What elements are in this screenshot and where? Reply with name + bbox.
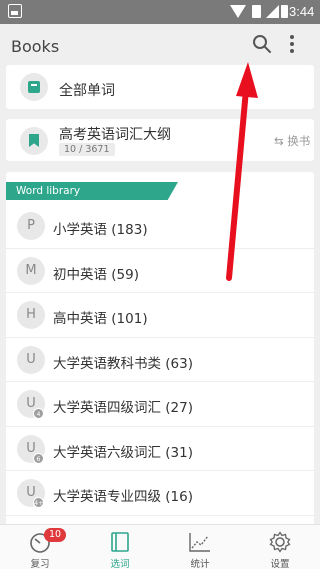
- nav-stats-label: 统计: [190, 559, 210, 569]
- wifi-icon: [230, 5, 246, 18]
- library-item[interactable]: U 4 大学英语四级词汇 (27): [6, 382, 314, 427]
- bottom-nav: 10 复习 选词 统计 设置: [0, 524, 320, 569]
- status-time: 3:44: [289, 4, 315, 19]
- sim-icon: [252, 5, 261, 18]
- library-item-name: 初中英语 (59): [53, 266, 140, 283]
- gear-icon: [269, 531, 291, 553]
- library-item[interactable]: P 小学英语 (183): [6, 204, 314, 249]
- library-item[interactable]: U 4+ 大学英语专业四级 (16): [6, 471, 314, 516]
- nav-select-words[interactable]: 选词: [80, 525, 160, 569]
- library-item-name: 大学英语四级词汇 (27): [53, 400, 194, 416]
- book-select-icon: [111, 532, 129, 552]
- nav-settings-label: 设置: [270, 559, 290, 569]
- all-words-card[interactable]: 全部单词: [6, 65, 314, 109]
- swap-book-button[interactable]: ⇆ 换书: [274, 133, 310, 149]
- status-bar: 3:44: [0, 0, 320, 24]
- library-item-letter-icon: H: [17, 301, 45, 329]
- library-item-letter-icon: M: [17, 256, 45, 285]
- library-item-level-badge: 4+: [33, 497, 44, 508]
- more-vert-icon[interactable]: [287, 34, 297, 54]
- current-book-card[interactable]: 高考英语词汇大纲 10 / 3671 ⇆ 换书: [6, 119, 314, 161]
- library-item-letter-icon: P: [17, 212, 45, 240]
- all-words-label: 全部单词: [59, 83, 115, 99]
- library-item-level-badge: 4: [33, 408, 44, 419]
- nav-select-words-label: 选词: [110, 559, 130, 569]
- library-item-name: 小学英语 (183): [53, 222, 148, 238]
- image-notification-icon: [8, 4, 22, 18]
- signal-icon: [266, 5, 279, 18]
- library-item-name: 高中英语 (101): [53, 311, 148, 327]
- library-item[interactable]: H 高中英语 (101): [6, 293, 314, 338]
- progress-badge: 10 / 3671: [59, 143, 115, 156]
- page-title: Books: [11, 37, 60, 56]
- nav-settings[interactable]: 设置: [240, 525, 320, 569]
- word-library-header: Word library: [6, 182, 178, 200]
- review-count-badge: 10: [44, 528, 66, 542]
- battery-icon: [281, 5, 288, 18]
- library-item-letter-icon: U: [17, 345, 45, 374]
- library-item-name: 大学英语教科书类 (63): [53, 355, 194, 372]
- library-item-name: 大学英语专业四级 (16): [53, 489, 194, 505]
- bookmark-icon: [20, 127, 48, 155]
- nav-review-label: 复习: [30, 559, 50, 569]
- book-icon: [20, 73, 48, 101]
- app-bar: Books: [0, 24, 320, 66]
- library-item-name: 大学英语六级词汇 (31): [53, 444, 194, 461]
- library-item[interactable]: M 初中英语 (59): [6, 249, 314, 293]
- library-item[interactable]: U 大学英语教科书类 (63): [6, 338, 314, 382]
- chart-icon: [189, 533, 210, 552]
- nav-review[interactable]: 10 复习: [0, 525, 80, 569]
- word-library: Word library P 小学英语 (183) M 初中英语 (59) H 高中英语 …: [6, 172, 314, 527]
- current-book-title: 高考英语词汇大纲: [59, 127, 171, 143]
- nav-stats[interactable]: 统计: [160, 525, 240, 569]
- search-icon[interactable]: [252, 34, 272, 54]
- library-item[interactable]: U 6 大学英语六级词汇 (31): [6, 427, 314, 471]
- library-item-level-badge: 6: [33, 452, 44, 464]
